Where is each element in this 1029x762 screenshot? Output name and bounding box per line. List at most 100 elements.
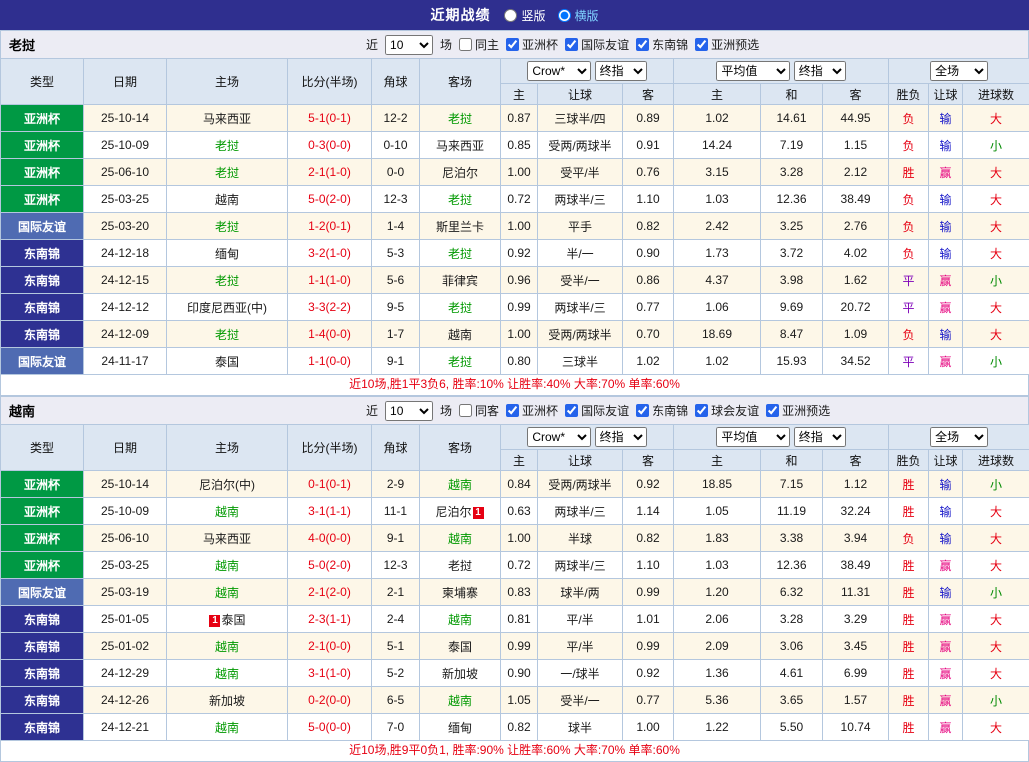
handicap-away-odds-cell: 0.76: [623, 159, 674, 186]
filter-checkbox[interactable]: [695, 404, 708, 417]
avg-away-odds-cell: 2.76: [823, 213, 889, 240]
filter-checkbox[interactable]: [506, 404, 519, 417]
scope-select-cell: 全场: [889, 425, 1029, 450]
away-team-cell: 越南: [420, 471, 501, 498]
filter-option[interactable]: 同客: [459, 402, 499, 419]
home-team-name: 越南: [215, 505, 239, 519]
avg-home-odds-cell: 1.02: [674, 348, 761, 375]
handicap-away-odds-cell: 1.10: [623, 186, 674, 213]
home-team-cell: 老挝: [167, 267, 288, 294]
filter-checkbox[interactable]: [636, 38, 649, 51]
filter-option[interactable]: 亚洲杯: [506, 36, 558, 53]
home-team-cell: 尼泊尔(中): [167, 471, 288, 498]
date-cell: 25-01-02: [84, 633, 167, 660]
avg-away-odds-cell: 1.62: [823, 267, 889, 294]
handicap-home-odds-cell: 0.87: [501, 105, 538, 132]
handicap-line-cell: 受半/一: [538, 267, 623, 294]
date-cell: 24-12-18: [84, 240, 167, 267]
away-team-cell: 尼泊尔: [420, 159, 501, 186]
filter-checkbox[interactable]: [459, 404, 472, 417]
summary-segment: 大率:70%: [574, 743, 629, 757]
filter-checkbox[interactable]: [565, 38, 578, 51]
filter-option[interactable]: 同主: [459, 36, 499, 53]
score-cell: 5-1(0-1): [288, 105, 372, 132]
avg-home-odds-cell: 18.85: [674, 471, 761, 498]
avg-draw-odds-cell: 3.28: [761, 606, 823, 633]
corner-cell: 5-6: [372, 267, 420, 294]
competition-cell: 国际友谊: [1, 348, 84, 375]
date-cell: 25-03-19: [84, 579, 167, 606]
avg-type-select[interactable]: 平均值: [716, 61, 790, 81]
filter-option[interactable]: 亚洲杯: [506, 402, 558, 419]
avg-draw-odds-cell: 15.93: [761, 348, 823, 375]
handicap-home-odds-cell: 0.72: [501, 552, 538, 579]
handicap-home-odds-cell: 0.96: [501, 267, 538, 294]
date-cell: 24-12-09: [84, 321, 167, 348]
avg-away-odds-cell: 1.57: [823, 687, 889, 714]
filter-checkbox[interactable]: [695, 38, 708, 51]
away-team-name: 新加坡: [442, 667, 478, 681]
away-team-cell: 越南: [420, 525, 501, 552]
match-count-select[interactable]: 10: [385, 35, 433, 55]
competition-cell: 亚洲杯: [1, 525, 84, 552]
filter-checkbox[interactable]: [459, 38, 472, 51]
corner-cell: 2-4: [372, 606, 420, 633]
page-header: 近期战绩 竖版横版: [0, 0, 1029, 30]
goals-result-cell: 小: [963, 348, 1029, 375]
home-team-cell: 马来西亚: [167, 525, 288, 552]
filter-checkbox[interactable]: [565, 404, 578, 417]
sub-col-handicap-line: 让球: [538, 84, 623, 105]
filter-option[interactable]: 东南锦: [636, 402, 688, 419]
scope-select[interactable]: 全场: [930, 61, 988, 81]
odds-company-select[interactable]: Crow*: [527, 61, 591, 81]
home-team-name: 越南: [215, 667, 239, 681]
red-card-badge: 1: [473, 507, 484, 519]
competition-cell: 东南锦: [1, 267, 84, 294]
filter-option[interactable]: 亚洲预选: [695, 36, 759, 53]
home-team-cell: 越南: [167, 186, 288, 213]
avg-type-select[interactable]: 平均值: [716, 427, 790, 447]
filter-option[interactable]: 国际友谊: [565, 402, 629, 419]
match-row: 东南锦25-01-02越南2-1(0-0)5-1泰国0.99平/半0.992.0…: [1, 633, 1029, 660]
handicap-home-odds-cell: 0.84: [501, 471, 538, 498]
handicap-result-cell: 输: [929, 471, 963, 498]
layout-radio[interactable]: [558, 9, 571, 22]
match-count-select[interactable]: 10: [385, 401, 433, 421]
handicap-home-odds-cell: 1.05: [501, 687, 538, 714]
filter-checkbox[interactable]: [506, 38, 519, 51]
filter-checkbox[interactable]: [636, 404, 649, 417]
competition-cell: 亚洲杯: [1, 498, 84, 525]
handicap-time-select[interactable]: 终指: [595, 61, 647, 81]
match-row: 东南锦25-01-051泰国2-3(1-1)2-4越南0.81平/半1.012.…: [1, 606, 1029, 633]
record-summary: 近10场,胜1平3负6, 胜率:10% 让胜率:40% 大率:70% 单率:60…: [0, 375, 1029, 396]
handicap-line-cell: 球半: [538, 714, 623, 741]
filter-checkbox[interactable]: [766, 404, 779, 417]
home-team-cell: 老挝: [167, 159, 288, 186]
scope-select[interactable]: 全场: [930, 427, 988, 447]
avg-time-select[interactable]: 终指: [794, 61, 846, 81]
avg-time-select[interactable]: 终指: [794, 427, 846, 447]
result-cell: 平: [889, 294, 929, 321]
match-row: 东南锦24-12-26新加坡0-2(0-0)6-5越南1.05受半/一0.775…: [1, 687, 1029, 714]
date-cell: 25-03-20: [84, 213, 167, 240]
home-team-cell: 老挝: [167, 321, 288, 348]
filter-option[interactable]: 球会友谊: [695, 402, 759, 419]
filter-option[interactable]: 亚洲预选: [766, 402, 830, 419]
layout-option[interactable]: 竖版: [504, 7, 545, 24]
away-team-cell: 马来西亚: [420, 132, 501, 159]
layout-radio[interactable]: [504, 9, 517, 22]
home-team-cell: 老挝: [167, 132, 288, 159]
odds-company-select[interactable]: Crow*: [527, 427, 591, 447]
handicap-line-cell: 受两/两球半: [538, 321, 623, 348]
handicap-time-select[interactable]: 终指: [595, 427, 647, 447]
sub-col-handicap-line: 让球: [538, 450, 623, 471]
avg-draw-odds-cell: 9.69: [761, 294, 823, 321]
filter-option[interactable]: 东南锦: [636, 36, 688, 53]
avg-away-odds-cell: 1.09: [823, 321, 889, 348]
layout-option[interactable]: 横版: [558, 7, 599, 24]
score-cell: 5-0(0-0): [288, 714, 372, 741]
avg-draw-odds-cell: 8.47: [761, 321, 823, 348]
filter-option[interactable]: 国际友谊: [565, 36, 629, 53]
handicap-line-cell: 平/半: [538, 606, 623, 633]
scope-select-cell: 全场: [889, 59, 1029, 84]
